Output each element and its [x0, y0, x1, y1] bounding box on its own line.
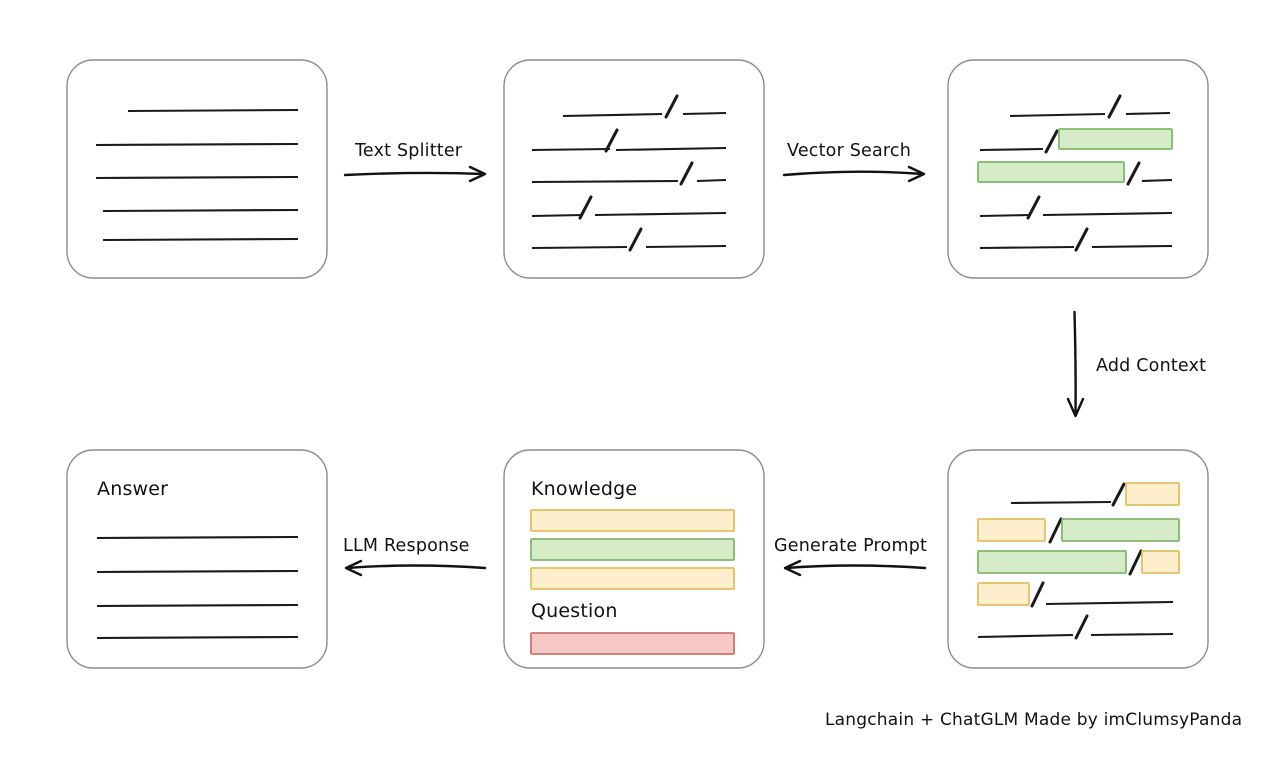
edge-generate-prompt-label: Generate Prompt [774, 536, 927, 556]
knowledge-heading: Knowledge [531, 478, 637, 500]
edge-generate-prompt[interactable]: Generate Prompt [774, 536, 927, 577]
rag-pipeline-diagram: Text Splitter Vector Search Add Context … [0, 0, 1276, 758]
knowledge-bar-yellow-2 [530, 567, 735, 590]
highlight-green [977, 161, 1125, 183]
knowledge-bar-green-1 [530, 538, 735, 561]
edge-vector-search-label: Vector Search [787, 141, 911, 161]
edge-llm-response-label: LLM Response [343, 536, 470, 556]
footer-credit: Langchain + ChatGLM Made by imClumsyPand… [825, 710, 1242, 730]
edge-generate-prompt-line [784, 564, 927, 570]
node-context-chunks[interactable] [947, 449, 1209, 669]
highlight-green [1058, 128, 1173, 150]
edge-add-context[interactable]: Add Context [1066, 310, 1206, 418]
edge-llm-response[interactable]: LLM Response [343, 536, 487, 577]
question-bar-red-1 [530, 632, 735, 655]
node-answer-box[interactable]: Answer [66, 449, 328, 669]
edge-vector-search[interactable]: Vector Search [782, 141, 926, 183]
edge-add-context-line [1073, 310, 1077, 417]
highlight-yellow [1141, 550, 1180, 574]
node-source-document[interactable] [66, 59, 328, 279]
knowledge-bar-yellow-1 [530, 509, 735, 532]
highlight-yellow [1125, 482, 1180, 506]
highlight-green [1061, 518, 1180, 542]
edge-text-splitter[interactable]: Text Splitter [343, 141, 487, 183]
source-document-card [66, 59, 328, 279]
highlight-green [977, 550, 1127, 574]
question-heading: Question [531, 600, 618, 622]
edge-text-splitter-line [343, 171, 486, 177]
highlight-yellow [977, 518, 1046, 542]
answer-heading: Answer [97, 478, 168, 500]
node-split-chunks[interactable] [503, 59, 765, 279]
edge-vector-search-line [782, 170, 925, 177]
node-matched-chunks[interactable] [947, 59, 1209, 279]
node-prompt-box[interactable]: Knowledge Question [503, 449, 765, 669]
edge-add-context-label: Add Context [1096, 356, 1206, 376]
edge-text-splitter-label: Text Splitter [354, 141, 463, 161]
edge-llm-response-line [345, 564, 487, 570]
highlight-yellow [977, 582, 1030, 606]
